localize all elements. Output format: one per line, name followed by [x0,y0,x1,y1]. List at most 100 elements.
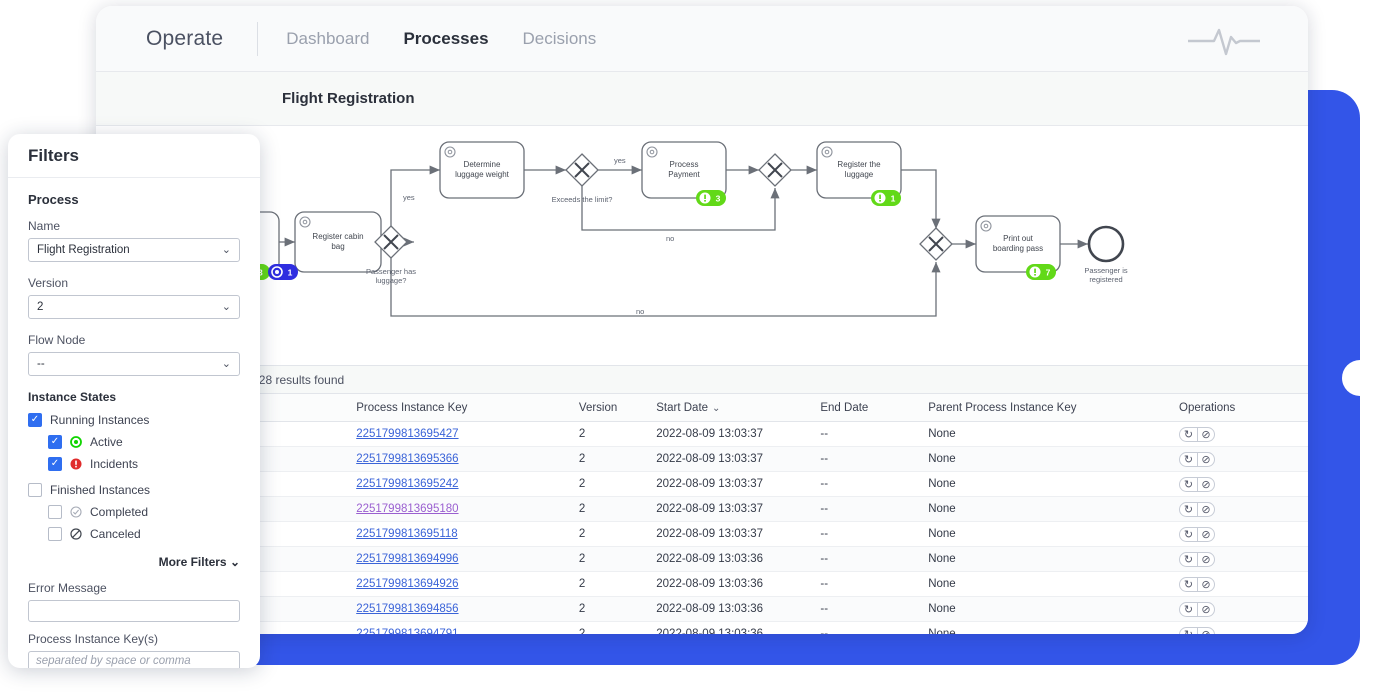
cell-operations: ↻⊘ [1179,521,1308,547]
cancel-icon[interactable]: ⊘ [1197,502,1214,516]
filter-completed[interactable]: Completed [28,505,240,519]
svg-text:registered: registered [1089,275,1122,284]
retry-icon[interactable]: ↻ [1180,428,1197,441]
table-row[interactable]: !Flight registration22517998136951182202… [96,521,1308,547]
operations-pill: ↻⊘ [1179,576,1216,592]
checkbox-unchecked-icon[interactable] [48,505,62,519]
cell-process-instance-key: 2251799813695366 [356,446,579,472]
retry-icon[interactable]: ↻ [1180,628,1197,635]
cell-end-date: -- [820,521,929,547]
cancel-icon[interactable]: ⊘ [1197,552,1214,566]
cancel-icon[interactable]: ⊘ [1197,452,1214,466]
tab-processes[interactable]: Processes [403,29,488,49]
cell-parent-process-instance-key: None [928,596,1180,622]
svg-text:luggage weight: luggage weight [455,170,510,179]
column-header-parent-process-instance-key[interactable]: Parent Process Instance Key [928,394,1180,422]
canceled-label: Canceled [90,527,141,541]
cancel-icon[interactable]: ⊘ [1197,602,1214,616]
table-row[interactable]: !Flight registration22517998136951802202… [96,496,1308,522]
cell-process-instance-key: 2251799813694856 [356,596,579,622]
cell-end-date: -- [820,471,929,497]
process-version-select[interactable]: 2 ⌄ [28,295,240,319]
checkbox-checked-icon[interactable]: ✓ [28,413,42,427]
more-filters-label: More Filters [158,555,227,569]
table-row[interactable]: !Flight registration22517998136949962202… [96,546,1308,572]
svg-text:Passenger is: Passenger is [1084,266,1128,275]
checkbox-checked-icon[interactable]: ✓ [48,435,62,449]
retry-icon[interactable]: ↻ [1180,553,1197,566]
cell-version: 2 [578,596,657,622]
cell-start-date: 2022-08-09 13:03:36 [656,621,821,634]
filter-incidents[interactable]: ✓ Incidents [28,457,240,471]
table-row[interactable]: !Flight registration22517998136947912202… [96,621,1308,635]
process-name-select[interactable]: Flight Registration ⌄ [28,238,240,262]
pulse-logo-icon [1186,24,1262,56]
process-instance-key-link[interactable]: 2251799813695118 [356,528,457,540]
retry-icon[interactable]: ↻ [1180,478,1197,491]
process-instances-table: Name Process Instance Key Version Start … [96,394,1308,634]
app-brand-operate[interactable]: Operate [118,27,257,51]
retry-icon[interactable]: ↻ [1180,453,1197,466]
table-row[interactable]: !Flight registration22517998136952422202… [96,471,1308,497]
process-instance-key-link[interactable]: 2251799813695180 [356,503,458,515]
tab-dashboard[interactable]: Dashboard [286,29,369,49]
cancel-icon[interactable]: ⊘ [1197,427,1214,441]
operations-pill: ↻⊘ [1179,426,1216,442]
process-instance-key-link[interactable]: 2251799813694856 [356,603,458,615]
chevron-down-icon: ⌄ [221,244,231,256]
operations-pill: ↻⊘ [1179,451,1216,467]
column-header-start-date[interactable]: Start Date ⌄ [656,394,821,422]
retry-icon[interactable]: ↻ [1180,578,1197,591]
table-row[interactable]: !Flight registration22517998136948562202… [96,596,1308,622]
flow-node-select[interactable]: -- ⌄ [28,352,240,376]
running-instances-label: Running Instances [50,413,150,427]
more-filters-toggle[interactable]: More Filters ⌄ [28,555,240,569]
table-row[interactable]: !Flight registration22517998136953662202… [96,446,1308,472]
bpmn-diagram[interactable]: Passenger arrived on registration desk R… [96,126,1308,366]
process-instance-key-link[interactable]: 2251799813694791 [356,628,458,634]
process-instance-key-link[interactable]: 2251799813695242 [356,478,458,490]
chevron-down-icon: ⌄ [221,358,231,370]
column-header-version[interactable]: Version [578,394,657,422]
process-instance-key-link[interactable]: 2251799813694926 [356,578,458,590]
cell-process-instance-key: 2251799813695118 [356,521,579,547]
cancel-icon[interactable]: ⊘ [1197,627,1214,634]
retry-icon[interactable]: ↻ [1180,503,1197,516]
cell-version: 2 [578,446,657,472]
cancel-icon[interactable]: ⊘ [1197,577,1214,591]
table-row[interactable]: !Flight registration22517998136954272202… [96,421,1308,447]
svg-text:no: no [666,234,674,243]
retry-icon[interactable]: ↻ [1180,528,1197,541]
table-row[interactable]: !Flight registration22517998136949262202… [96,571,1308,597]
cancel-icon[interactable]: ⊘ [1197,527,1214,541]
cancel-icon[interactable]: ⊘ [1197,477,1214,491]
column-header-end-date[interactable]: End Date [820,394,929,422]
filter-running-instances[interactable]: ✓ Running Instances [28,413,240,427]
checkbox-unchecked-icon[interactable] [28,483,42,497]
svg-text:3: 3 [716,194,721,204]
process-instance-key-link[interactable]: 2251799813695366 [356,453,458,465]
svg-text:boarding pass: boarding pass [993,244,1043,253]
filter-canceled[interactable]: Canceled [28,527,240,541]
cell-end-date: -- [820,496,929,522]
process-instance-key-link[interactable]: 2251799813694996 [356,553,458,565]
checkbox-checked-icon[interactable]: ✓ [48,457,62,471]
process-instance-key-link[interactable]: 2251799813695427 [356,428,458,440]
filter-active[interactable]: ✓ Active [28,435,240,449]
filter-finished-instances[interactable]: Finished Instances [28,483,240,497]
cell-start-date: 2022-08-09 13:03:37 [656,521,821,547]
cell-parent-process-instance-key: None [928,446,1180,472]
cell-end-date: -- [820,596,929,622]
filters-header: Filters [8,134,260,178]
error-message-input[interactable] [28,600,240,622]
column-header-process-instance-key[interactable]: Process Instance Key [356,394,579,422]
column-header-operations: Operations [1179,394,1308,422]
retry-icon[interactable]: ↻ [1180,603,1197,616]
cell-end-date: -- [820,571,929,597]
tab-decisions[interactable]: Decisions [523,29,597,49]
cell-version: 2 [578,571,657,597]
filters-body: Process Name Flight Registration ⌄ Versi… [8,178,260,668]
operations-pill: ↻⊘ [1179,551,1216,567]
process-instance-keys-input[interactable] [28,651,240,668]
checkbox-unchecked-icon[interactable] [48,527,62,541]
